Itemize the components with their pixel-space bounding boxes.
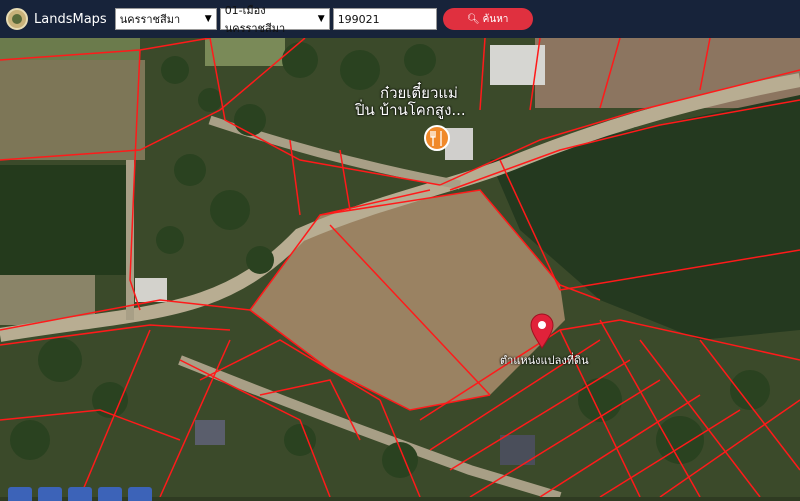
parcel-number-value: 199021 — [337, 12, 380, 26]
toolbar-button[interactable] — [68, 487, 92, 501]
bare-land — [0, 60, 145, 160]
building — [445, 128, 473, 160]
district-value: 01-เมืองนครราชสีมา — [224, 4, 286, 35]
map-pin-dot — [538, 321, 546, 329]
chevron-down-icon: ▼ — [317, 14, 325, 24]
parcel-number-input[interactable]: 199021 — [332, 8, 437, 30]
marker-label: ตำแหน่งแปลงที่ดิน — [500, 354, 589, 367]
building — [135, 278, 167, 302]
poi-name-line1: ก๋วยเตี๋ยวแม่ — [380, 84, 458, 102]
toolbar-button[interactable] — [38, 487, 62, 501]
poi-label: ก๋วยเตี๋ยวแม่ ปิ่น บ้านโคกสูง... — [355, 84, 466, 119]
bare-land — [535, 38, 800, 108]
restaurant-poi[interactable] — [424, 125, 450, 151]
landsmaps-logo — [6, 8, 28, 30]
search-icon: 🔍︎ — [466, 13, 480, 25]
toolbar-button[interactable] — [98, 487, 122, 501]
building — [195, 420, 225, 445]
district-select[interactable]: 01-เมืองนครราชสีมา ▼ — [219, 4, 330, 35]
province-select[interactable]: นครราชสีมา ▼ — [114, 8, 217, 30]
chevron-down-icon: ▼ — [204, 14, 212, 24]
toolbar-button[interactable] — [128, 487, 152, 501]
province-value: นครราชสีมา — [119, 13, 181, 26]
restaurant-icon — [424, 125, 450, 151]
app-title: LandsMaps — [34, 11, 107, 27]
toolbar-button[interactable] — [8, 487, 32, 501]
field-area — [205, 38, 285, 66]
search-button[interactable]: 🔍︎ ค้นหา — [442, 8, 533, 30]
forest-area — [0, 165, 130, 275]
poi-name-line2: ปิ่น บ้านโคกสูง... — [355, 101, 466, 119]
search-button-label: ค้นหา — [482, 13, 509, 25]
header-bar: LandsMaps นครราชสีมา ▼ 01-เมืองนครราชสีม… — [0, 0, 800, 38]
map-toolbar — [8, 487, 158, 501]
